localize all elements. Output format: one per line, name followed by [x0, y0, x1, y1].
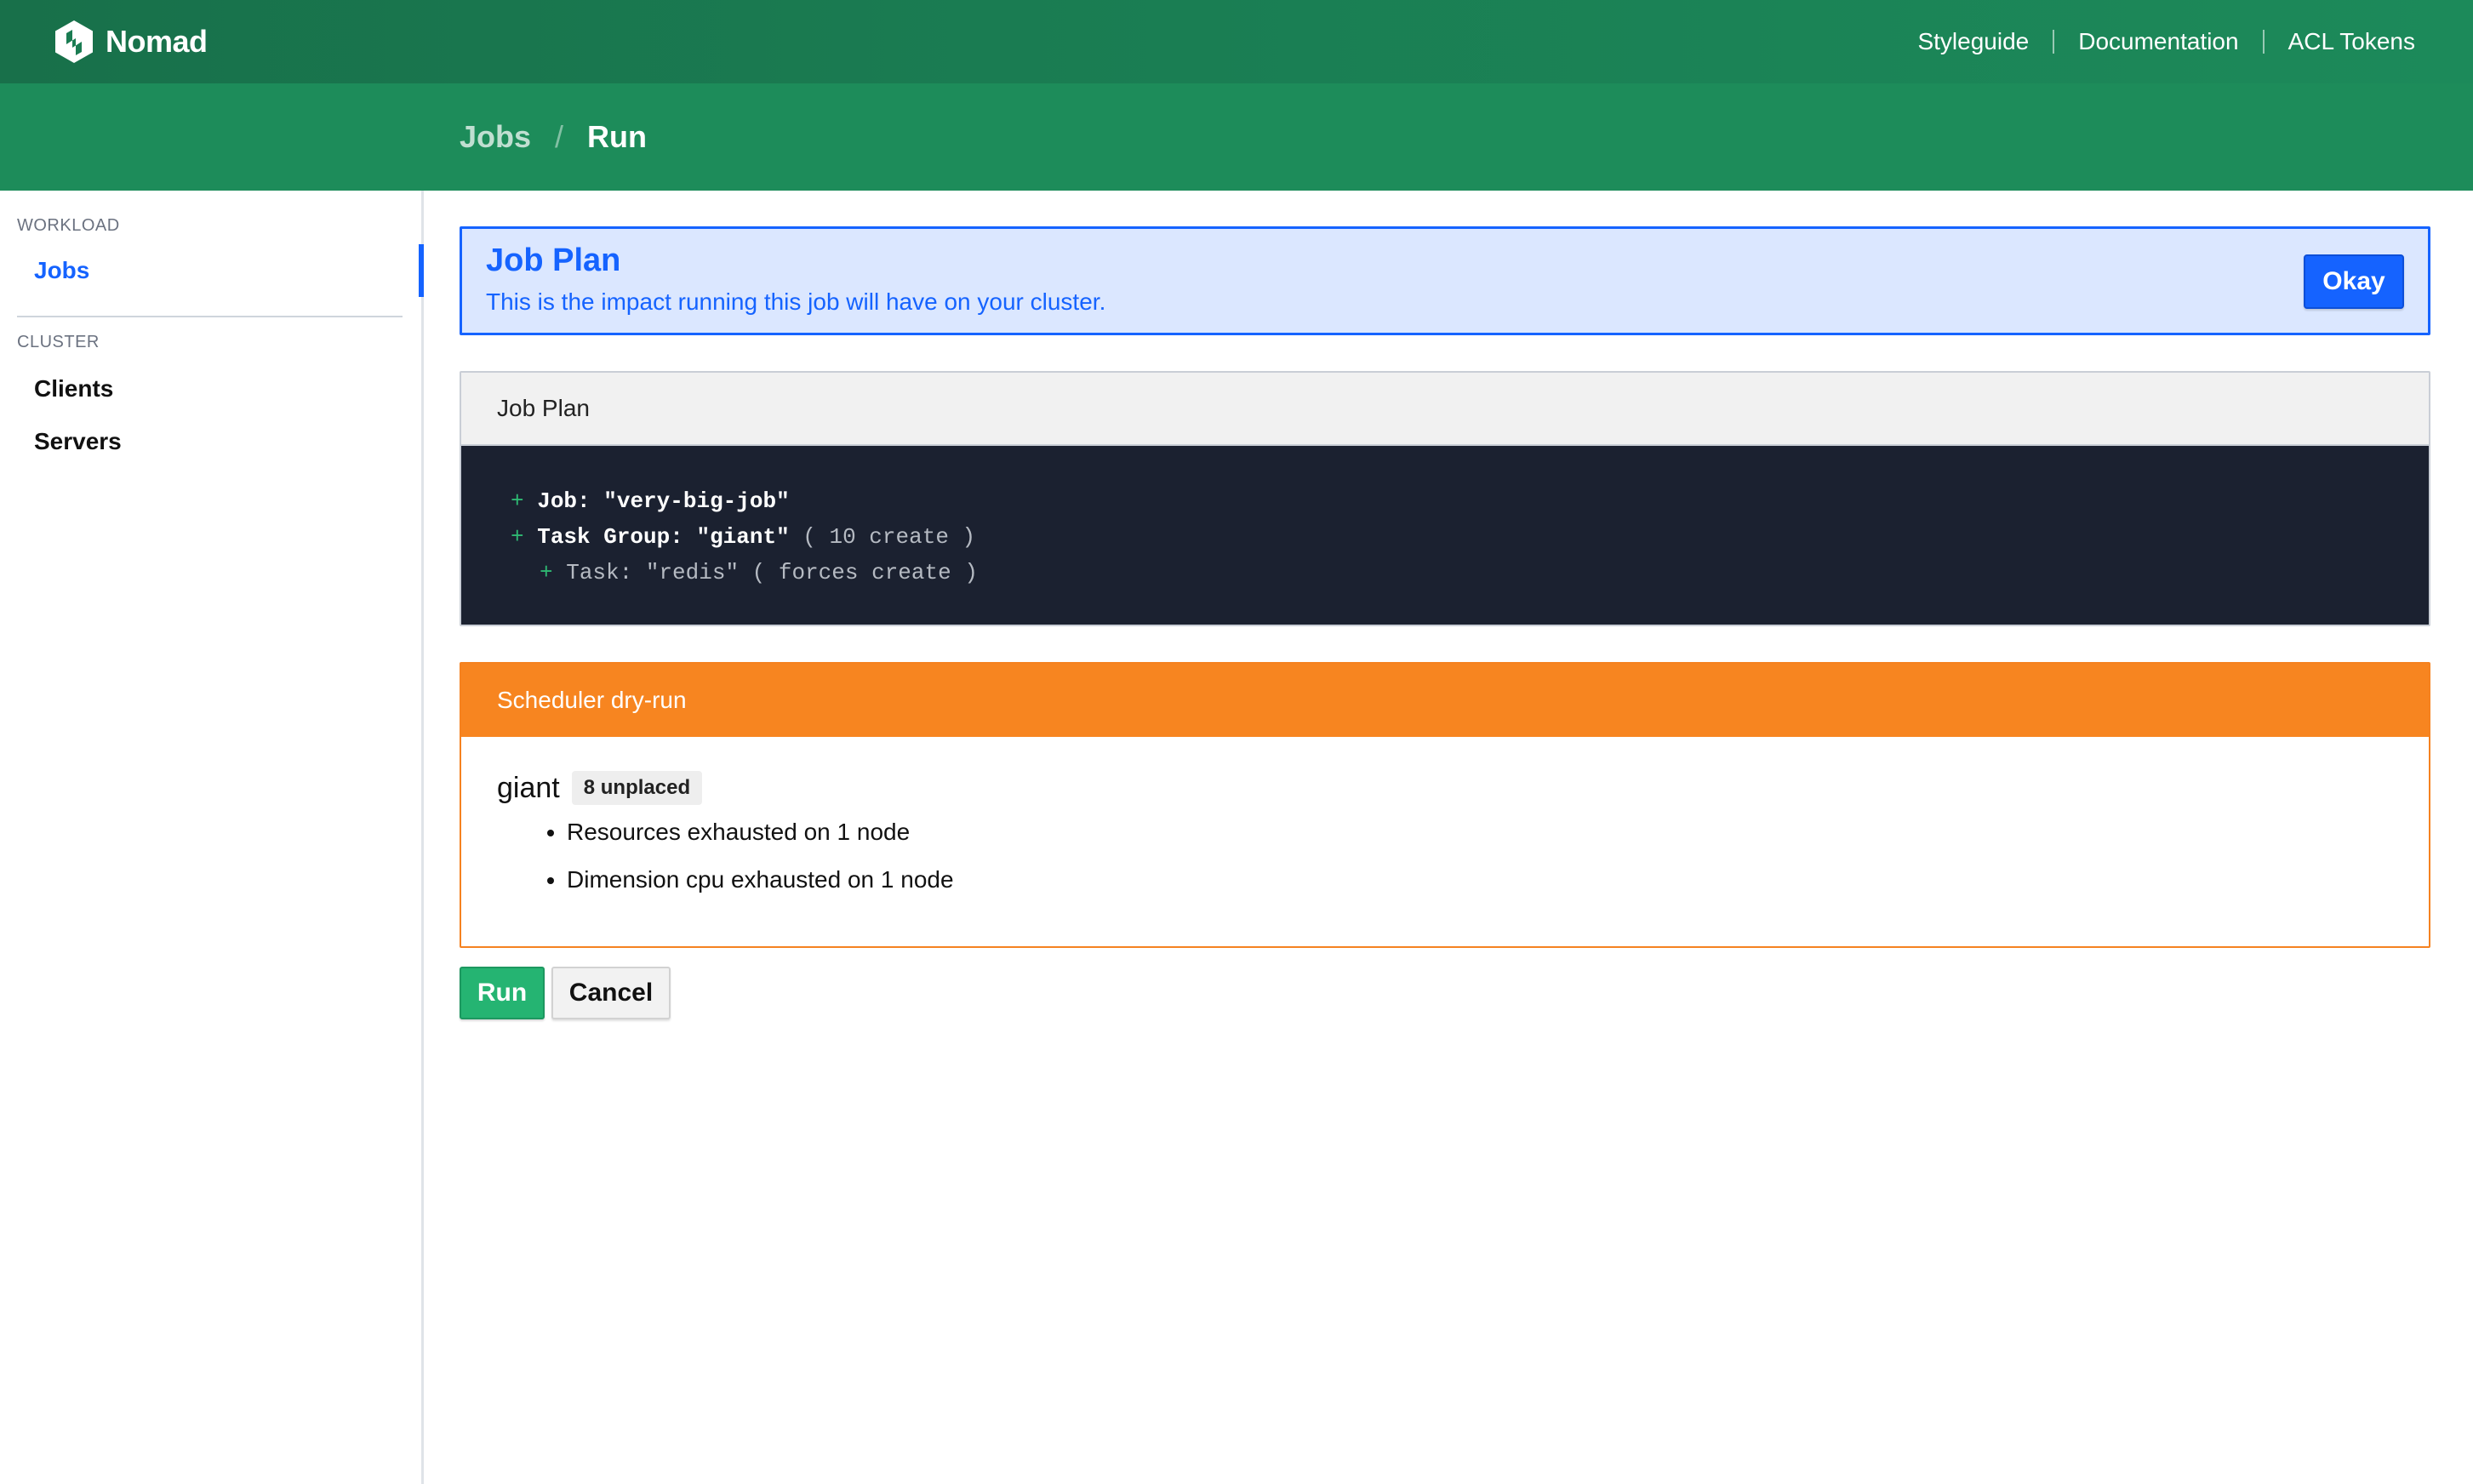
nav-link-styleguide[interactable]: Styleguide	[1893, 28, 2053, 55]
top-nav-links: Styleguide Documentation ACL Tokens	[1893, 28, 2415, 55]
sidebar-section-cluster: CLUSTER	[17, 333, 100, 351]
job-plan-diff: + Job: "very-big-job" + Task Group: "gia…	[461, 446, 2429, 625]
diff-key: Job:	[537, 488, 591, 514]
cancel-button[interactable]: Cancel	[551, 967, 671, 1019]
diff-annotation: ( forces create )	[751, 560, 978, 585]
sidebar-item-clients[interactable]: Clients	[0, 362, 421, 415]
nav-link-acl-tokens[interactable]: ACL Tokens	[2265, 28, 2415, 55]
failure-reasons-list: Resources exhausted on 1 node Dimension …	[497, 812, 2429, 907]
diff-annotation: ( 10 create )	[802, 524, 976, 550]
top-navbar: Nomad Styleguide Documentation ACL Token…	[0, 0, 2473, 83]
list-item: Resources exhausted on 1 node	[567, 812, 2429, 859]
sidebar-item-jobs[interactable]: Jobs	[0, 244, 424, 297]
breadcrumb-jobs[interactable]: Jobs	[460, 119, 531, 155]
breadcrumb-separator: /	[555, 119, 564, 154]
plus-icon: +	[511, 488, 524, 514]
form-actions: Run Cancel	[460, 967, 671, 1019]
diff-line-task-group: + Task Group: "giant" ( 10 create )	[511, 519, 2429, 555]
scheduler-dry-run-box: Scheduler dry-run giant 8 unplaced Resou…	[460, 662, 2430, 948]
diff-line-job: + Job: "very-big-job"	[511, 483, 2429, 519]
job-plan-box: Job Plan + Job: "very-big-job" + Task Gr…	[460, 371, 2430, 626]
job-plan-notice: Job Plan This is the impact running this…	[460, 226, 2430, 335]
breadcrumb-run: Run	[587, 119, 648, 154]
diff-name: "giant"	[696, 524, 790, 550]
run-button[interactable]: Run	[460, 967, 545, 1019]
plus-icon: +	[540, 560, 553, 585]
plus-icon: +	[511, 524, 524, 550]
sidebar-item-servers[interactable]: Servers	[0, 415, 421, 468]
sidebar-section-workload: WORKLOAD	[17, 216, 120, 235]
diff-key: Task:	[566, 560, 633, 585]
dry-run-body: giant 8 unplaced Resources exhausted on …	[461, 737, 2429, 907]
job-plan-header: Job Plan	[461, 373, 2429, 446]
sidebar: WORKLOAD Jobs CLUSTER Clients Servers	[0, 191, 424, 1484]
task-group-name: giant	[497, 771, 560, 804]
unplaced-badge: 8 unplaced	[571, 771, 703, 805]
diff-line-task: + Task: "redis" ( forces create )	[511, 555, 2429, 591]
notice-title: Job Plan	[486, 243, 621, 278]
brand-name: Nomad	[106, 24, 208, 59]
okay-button[interactable]: Okay	[2304, 254, 2404, 309]
diff-name: "very-big-job"	[603, 488, 790, 514]
nomad-logo-icon	[55, 20, 93, 63]
dry-run-header: Scheduler dry-run	[461, 664, 2429, 737]
task-group-line: giant 8 unplaced	[497, 771, 2429, 805]
brand[interactable]: Nomad	[54, 20, 208, 64]
notice-body: This is the impact running this job will…	[486, 288, 1106, 315]
list-item: Dimension cpu exhausted on 1 node	[567, 859, 2429, 907]
diff-name: "redis"	[645, 560, 740, 585]
breadcrumb: Jobs / Run	[0, 83, 2473, 191]
nav-link-documentation[interactable]: Documentation	[2054, 28, 2262, 55]
diff-key: Task Group:	[537, 524, 683, 550]
